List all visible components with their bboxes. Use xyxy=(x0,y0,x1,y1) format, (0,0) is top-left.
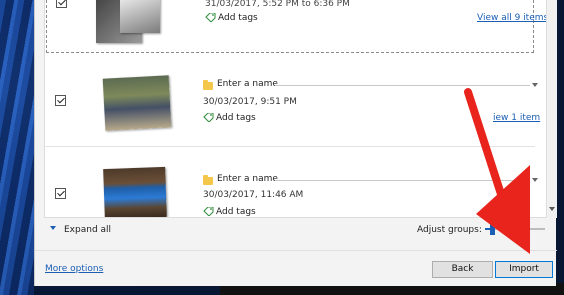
group-checkbox[interactable] xyxy=(55,95,66,106)
add-tags-link[interactable]: Add tags xyxy=(216,113,256,123)
group-checkbox[interactable] xyxy=(55,188,66,199)
view-all-items-link[interactable]: View all 9 items xyxy=(477,13,546,23)
group-date: 31/03/2017, 5:52 PM to 6:36 PM xyxy=(205,0,350,9)
expand-all-link[interactable]: Expand all xyxy=(64,225,111,235)
folder-icon xyxy=(203,175,213,185)
more-options-link[interactable]: More options xyxy=(45,264,103,274)
view-items-link[interactable]: Vie xyxy=(490,207,504,217)
chevron-down-icon[interactable] xyxy=(532,83,538,87)
group-date: 30/03/2017, 9:51 PM xyxy=(203,97,297,107)
name-input-underline xyxy=(275,180,530,181)
import-group: Enter a name 30/03/2017, 11:46 AM Add ta… xyxy=(45,148,538,217)
group-checkbox[interactable] xyxy=(56,0,67,8)
adjust-groups-slider-thumb[interactable] xyxy=(490,222,495,235)
name-input-underline xyxy=(275,85,530,86)
group-thumbnail[interactable] xyxy=(102,75,172,131)
list-scrollbar[interactable] xyxy=(548,0,557,218)
group-thumbnail[interactable] xyxy=(103,166,167,217)
adjust-groups-label: Adjust groups: xyxy=(417,225,482,235)
group-thumbnail-stack xyxy=(120,0,160,33)
add-tag-icon xyxy=(203,207,214,216)
group-date: 30/03/2017, 11:46 AM xyxy=(203,190,304,200)
scroll-down-icon[interactable] xyxy=(549,207,555,211)
group-name-input[interactable]: Enter a name xyxy=(217,79,278,89)
import-group: 31/03/2017, 5:52 PM to 6:36 PM Add tags … xyxy=(46,0,546,53)
desktop-wallpaper-stripe xyxy=(0,0,34,295)
group-name-input[interactable]: Enter a name xyxy=(217,174,278,184)
add-tag-icon xyxy=(203,113,214,122)
add-tag-icon xyxy=(205,13,216,22)
view-items-link[interactable]: iew 1 item xyxy=(493,113,540,123)
add-tags-link[interactable]: Add tags xyxy=(216,207,256,217)
add-tags-link[interactable]: Add tags xyxy=(218,13,258,23)
chevron-down-icon[interactable] xyxy=(50,226,56,230)
import-group-list: 31/03/2017, 5:52 PM to 6:36 PM Add tags … xyxy=(44,0,547,218)
back-button[interactable]: Back xyxy=(432,261,493,278)
footer-divider xyxy=(35,250,557,251)
import-group: Enter a name 30/03/2017, 9:51 PM Add tag… xyxy=(45,55,540,147)
import-button[interactable]: Import xyxy=(495,261,553,278)
folder-icon xyxy=(203,80,213,90)
photos-import-dialog: 31/03/2017, 5:52 PM to 6:36 PM Add tags … xyxy=(34,0,557,286)
chevron-down-icon[interactable] xyxy=(532,178,538,182)
